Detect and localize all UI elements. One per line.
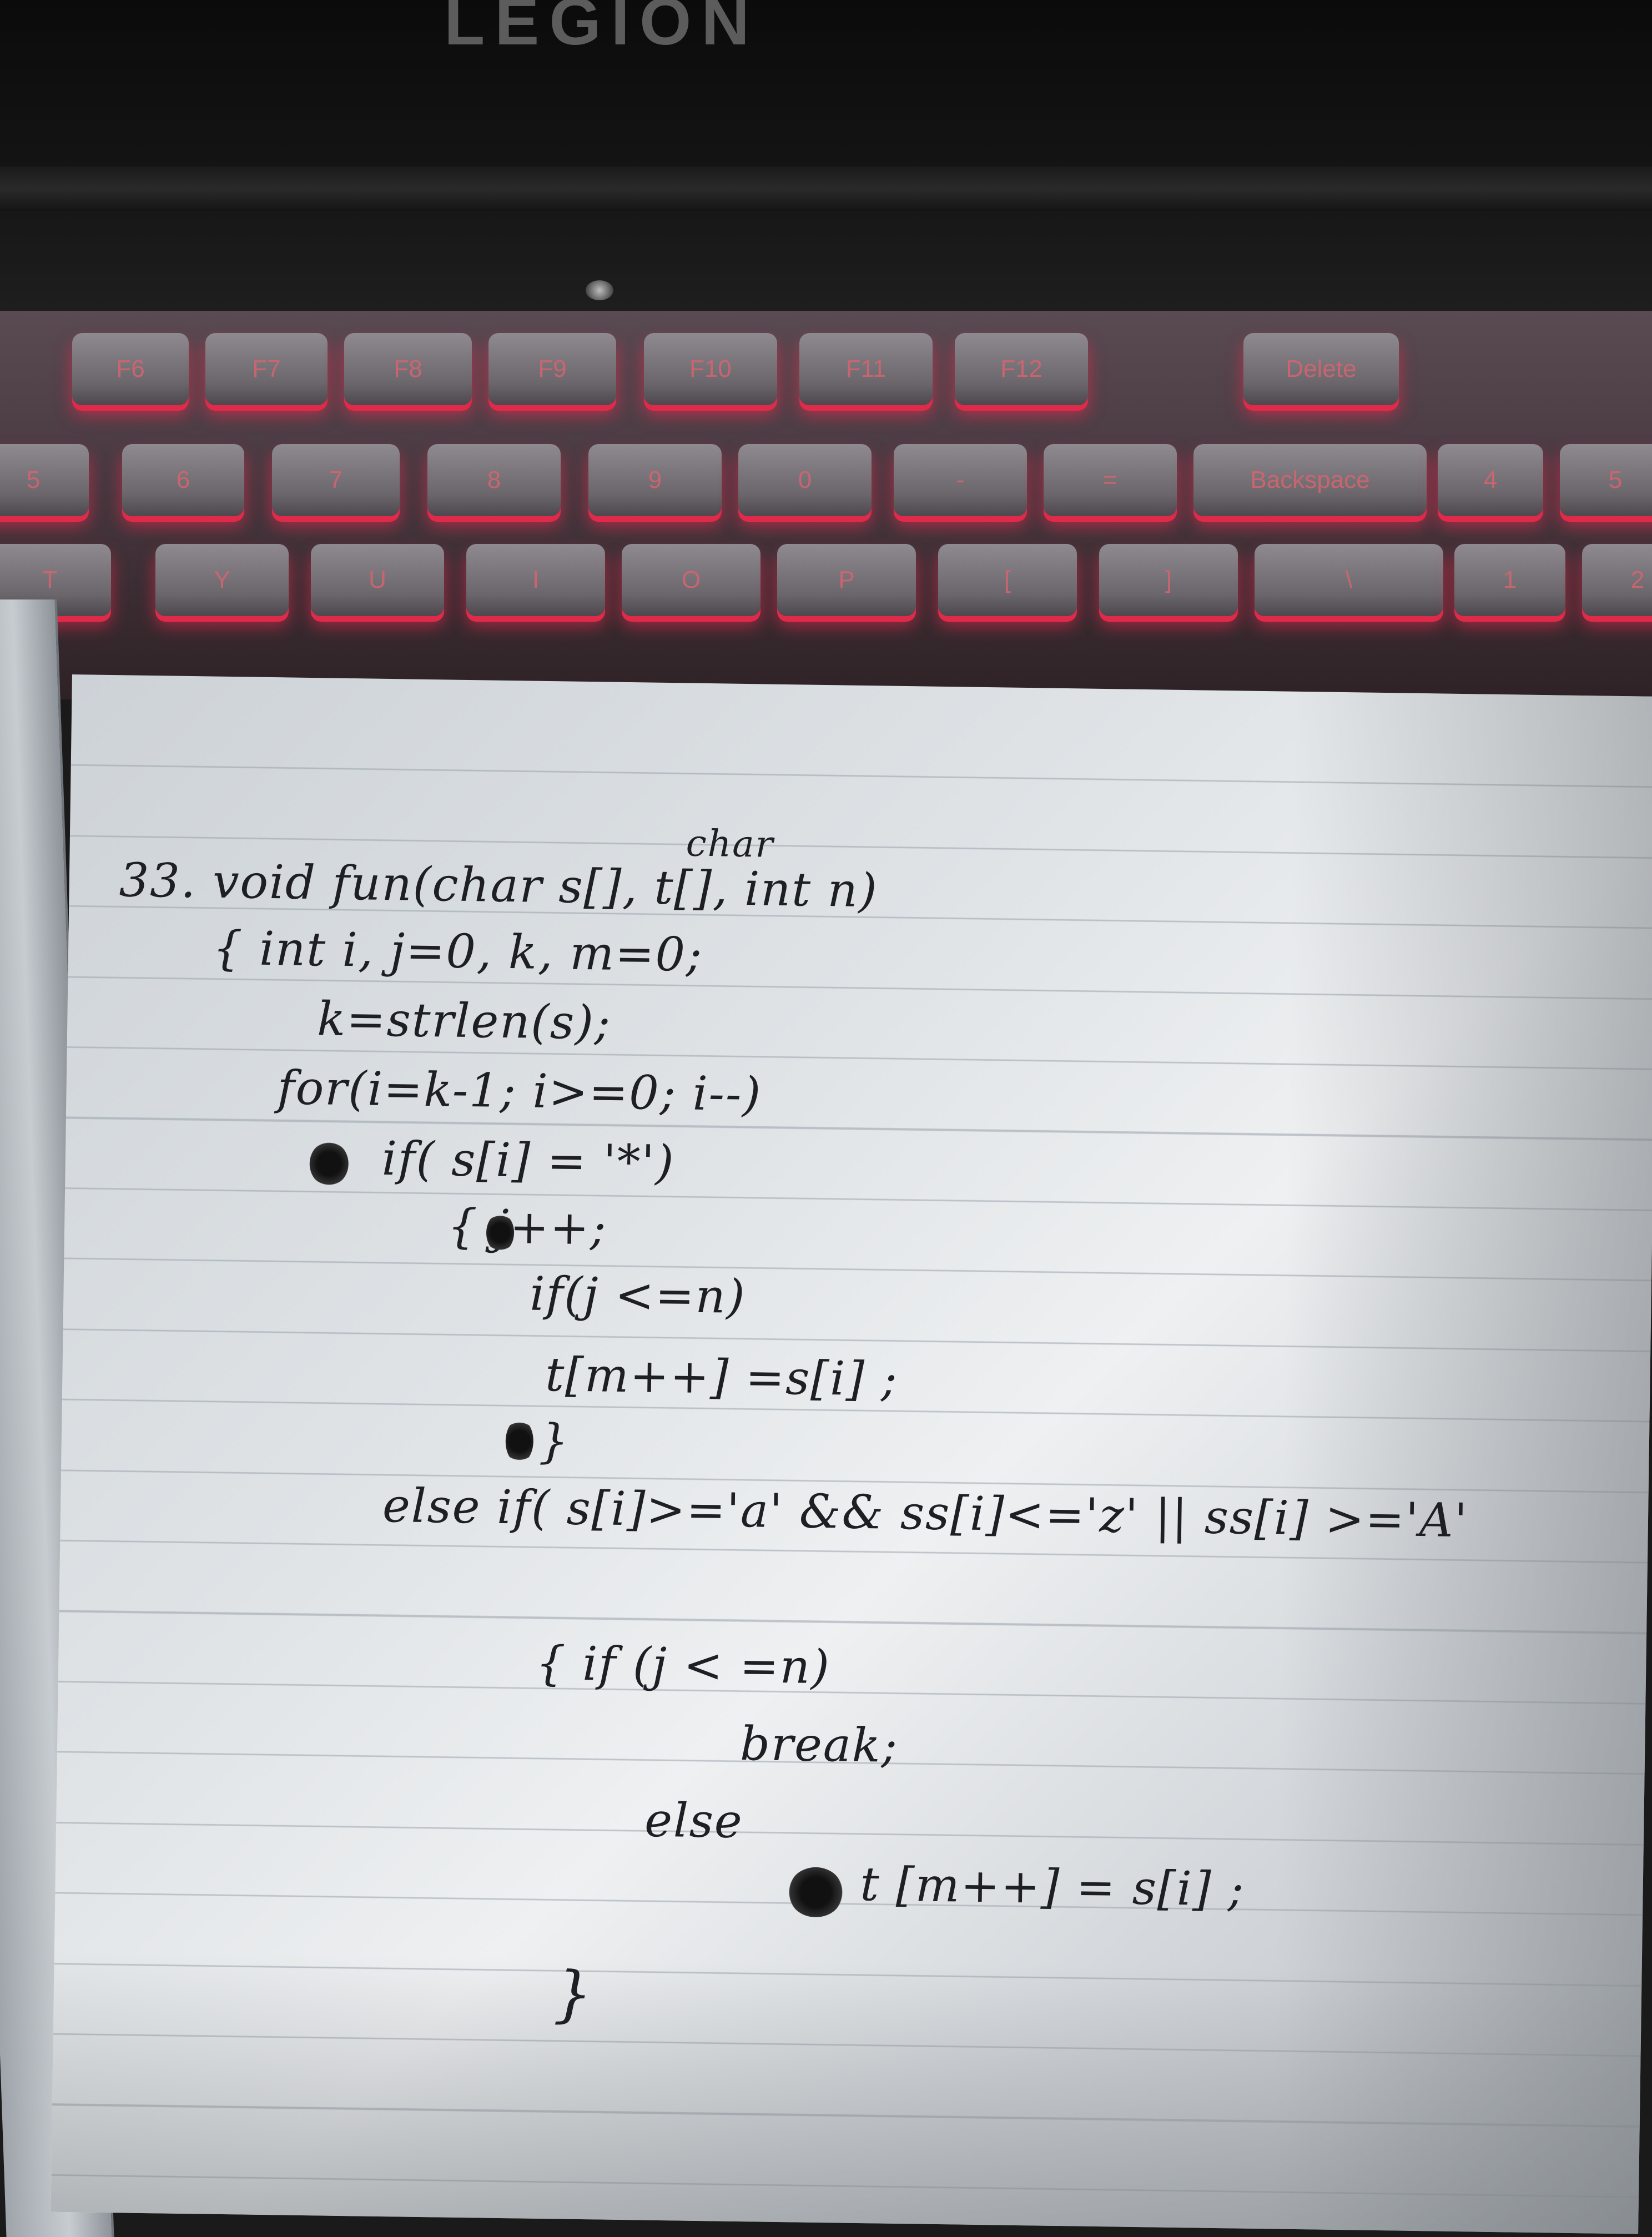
- keyboard-key[interactable]: Backspace: [1193, 444, 1427, 516]
- handwritten-line-11: { if (j < =n): [535, 1635, 831, 1695]
- keyboard-key[interactable]: 9: [588, 444, 722, 516]
- keyboard-key[interactable]: F7: [205, 333, 328, 405]
- key-label: 5: [26, 466, 41, 493]
- keyboard-key[interactable]: F8: [344, 333, 472, 405]
- keyboard-key[interactable]: 7: [272, 444, 400, 516]
- page-shadow-bottom: [51, 1951, 1642, 2234]
- keyboard-key[interactable]: I: [466, 544, 605, 616]
- handwritten-line-4: for(i=k-1; i>=0; i--): [276, 1060, 762, 1122]
- notebook-page: char 33. void fun(char s[], t[], int n) …: [51, 674, 1652, 2234]
- key-label: \: [1345, 566, 1353, 593]
- keyboard: F6 F7 F8 F9 F10 F11 F12 Delete 5 6 7 8 9…: [0, 311, 1652, 699]
- handwritten-line-14: t [m++] = s[i] ;: [860, 1857, 1246, 1917]
- handwritten-line-7: if(j <=n): [529, 1266, 747, 1324]
- laptop-hinge: [0, 167, 1652, 211]
- key-label: O: [681, 566, 701, 593]
- keyboard-key[interactable]: Y: [155, 544, 289, 616]
- key-label: 6: [176, 466, 190, 493]
- keyboard-key[interactable]: F10: [644, 333, 777, 405]
- key-label: 8: [487, 466, 501, 493]
- number-key-row: 5 6 7 8 9 0 - = Backspace 4 5: [0, 444, 1652, 527]
- laptop-lid: LEGION: [0, 0, 1652, 311]
- keyboard-key[interactable]: F9: [488, 333, 616, 405]
- brand-logo: LEGION: [444, 0, 760, 59]
- key-label: 7: [329, 466, 343, 493]
- keyboard-key[interactable]: P: [777, 544, 916, 616]
- keyboard-key[interactable]: 1: [1454, 544, 1565, 616]
- handwritten-line-1: 33. void fun(char s[], t[], int n): [119, 853, 879, 918]
- key-label: =: [1103, 466, 1117, 493]
- key-label: F10: [689, 355, 732, 382]
- handwritten-annotation: char: [686, 822, 774, 866]
- key-label: ]: [1165, 566, 1172, 593]
- keyboard-key[interactable]: \: [1255, 544, 1443, 616]
- handwritten-line-9: }: [538, 1413, 570, 1469]
- key-label: Delete: [1286, 355, 1357, 382]
- webcam: [586, 280, 613, 300]
- key-label: I: [532, 566, 540, 593]
- keyboard-key[interactable]: F11: [799, 333, 933, 405]
- keyboard-key[interactable]: [: [938, 544, 1077, 616]
- keyboard-key[interactable]: F12: [955, 333, 1088, 405]
- keyboard-key[interactable]: 4: [1438, 444, 1543, 516]
- function-key-row: F6 F7 F8 F9 F10 F11 F12 Delete: [0, 333, 1652, 416]
- keyboard-key[interactable]: U: [311, 544, 444, 616]
- handwritten-line-8: t[m++] =s[i] ;: [545, 1347, 899, 1407]
- handwritten-line-5: if( s[i] = '*'): [381, 1131, 676, 1190]
- handwritten-line-12: break;: [739, 1716, 899, 1773]
- keyboard-key[interactable]: =: [1044, 444, 1177, 516]
- key-label: 9: [648, 466, 662, 493]
- key-label: F12: [1000, 355, 1042, 382]
- key-label: T: [42, 566, 58, 593]
- key-label: 0: [798, 466, 812, 493]
- keyboard-key[interactable]: -: [894, 444, 1027, 516]
- key-label: -: [956, 466, 965, 493]
- keyboard-key[interactable]: 6: [122, 444, 244, 516]
- keyboard-key[interactable]: Delete: [1243, 333, 1399, 405]
- keyboard-key[interactable]: F6: [72, 333, 189, 405]
- keyboard-key[interactable]: 5: [0, 444, 89, 516]
- keyboard-key[interactable]: 8: [427, 444, 561, 516]
- letter-key-row: T Y U I O P [ ] \ 1 2: [0, 544, 1652, 627]
- key-label: 4: [1483, 466, 1498, 493]
- key-label: F8: [394, 355, 422, 382]
- key-label: F11: [845, 355, 887, 382]
- key-label: 5: [1608, 466, 1623, 493]
- handwritten-line-13: else: [644, 1792, 744, 1849]
- key-label: 2: [1630, 566, 1645, 593]
- key-label: F9: [538, 355, 567, 382]
- key-label: [: [1004, 566, 1011, 593]
- keyboard-key[interactable]: ]: [1099, 544, 1238, 616]
- handwritten-line-6: { j++;: [447, 1198, 608, 1256]
- key-label: 1: [1503, 566, 1517, 593]
- key-label: Backspace: [1250, 466, 1370, 493]
- key-label: U: [369, 566, 386, 593]
- key-label: P: [838, 566, 855, 593]
- keyboard-key[interactable]: 2: [1582, 544, 1652, 616]
- keyboard-key[interactable]: O: [622, 544, 760, 616]
- handwritten-line-2: { int i, j=0, k, m=0;: [212, 920, 703, 982]
- key-label: F6: [116, 355, 145, 382]
- keyboard-key[interactable]: 0: [738, 444, 872, 516]
- keyboard-key[interactable]: 5: [1560, 444, 1652, 516]
- key-label: Y: [214, 566, 230, 593]
- handwritten-line-3: k=strlen(s);: [316, 991, 612, 1050]
- key-label: F7: [252, 355, 281, 382]
- handwritten-line-15: }: [553, 1958, 594, 2030]
